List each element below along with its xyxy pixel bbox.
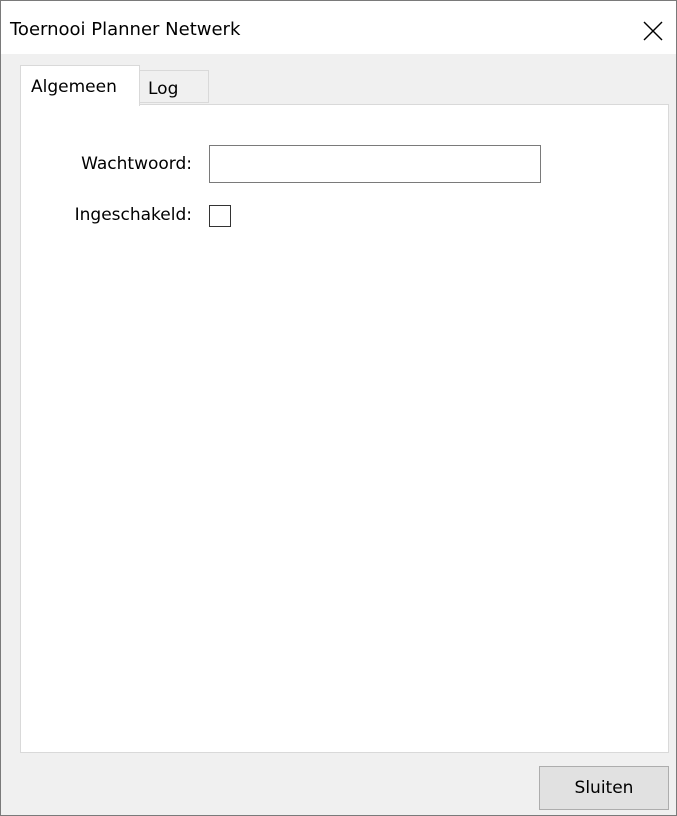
title-bar: Toernooi Planner Netwerk xyxy=(1,1,676,54)
tab-label: Algemeen xyxy=(31,77,117,97)
tab-panel-algemeen: Wachtwoord: Ingeschakeld: xyxy=(20,104,669,753)
tab-algemeen[interactable]: Algemeen xyxy=(20,65,140,106)
password-input[interactable] xyxy=(209,145,541,183)
close-window-button[interactable] xyxy=(630,1,676,54)
tab-label: Log xyxy=(148,79,179,99)
close-icon xyxy=(643,21,663,41)
close-button[interactable]: Sluiten xyxy=(539,766,669,810)
enabled-label: Ingeschakeld: xyxy=(74,205,192,225)
dialog-window: Toernooi Planner Netwerk Algemeen Log Wa… xyxy=(0,0,677,816)
password-label: Wachtwoord: xyxy=(81,154,192,174)
tab-log[interactable]: Log xyxy=(139,70,209,103)
window-title: Toernooi Planner Netwerk xyxy=(10,19,241,40)
enabled-checkbox[interactable] xyxy=(209,205,231,227)
